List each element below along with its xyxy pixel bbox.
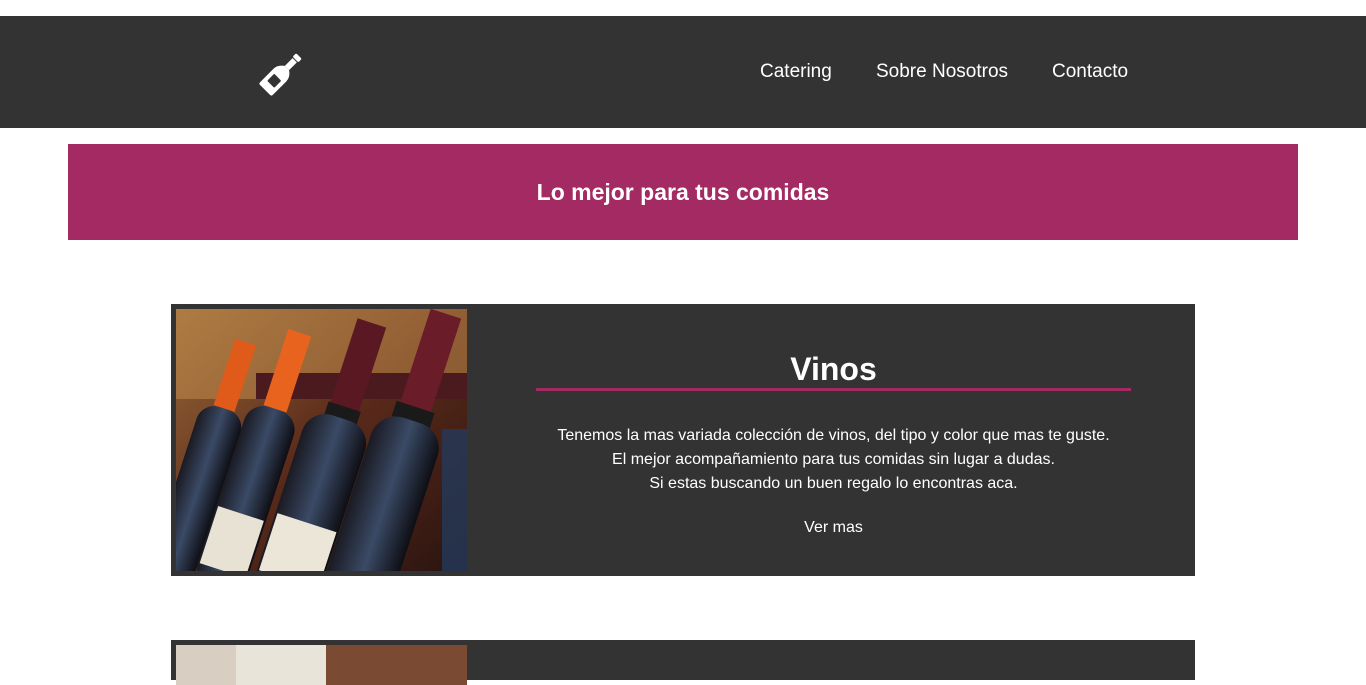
product-card-vinos: Vinos Tenemos la mas variada colección d… (171, 304, 1195, 576)
food-image (176, 645, 467, 685)
card-description: Tenemos la mas variada colección de vino… (536, 424, 1131, 496)
nav-item-sobre-nosotros[interactable]: Sobre Nosotros (876, 61, 1008, 83)
banner-title: Lo mejor para tus comidas (536, 178, 830, 205)
hero-banner: Lo mejor para tus comidas (68, 144, 1298, 240)
product-card-next (171, 640, 1195, 685)
nav-item-catering[interactable]: Catering (760, 61, 832, 83)
title-divider (536, 388, 1131, 391)
logo-link[interactable] (256, 47, 308, 99)
card-title: Vinos (790, 351, 877, 387)
description-line: Tenemos la mas variada colección de vino… (557, 427, 1110, 444)
nav-item-contacto[interactable]: Contacto (1052, 61, 1128, 83)
wine-bottle-icon (259, 53, 302, 96)
ver-mas-link[interactable]: Ver mas (536, 518, 1131, 538)
wine-bottles-image (176, 309, 467, 571)
description-line: Si estas buscando un buen regalo lo enco… (649, 475, 1018, 492)
description-line: El mejor acompañamiento para tus comidas… (612, 451, 1055, 468)
card-content: Vinos Tenemos la mas variada colección d… (536, 304, 1131, 576)
site-header: Catering Sobre Nosotros Contacto (0, 16, 1366, 128)
